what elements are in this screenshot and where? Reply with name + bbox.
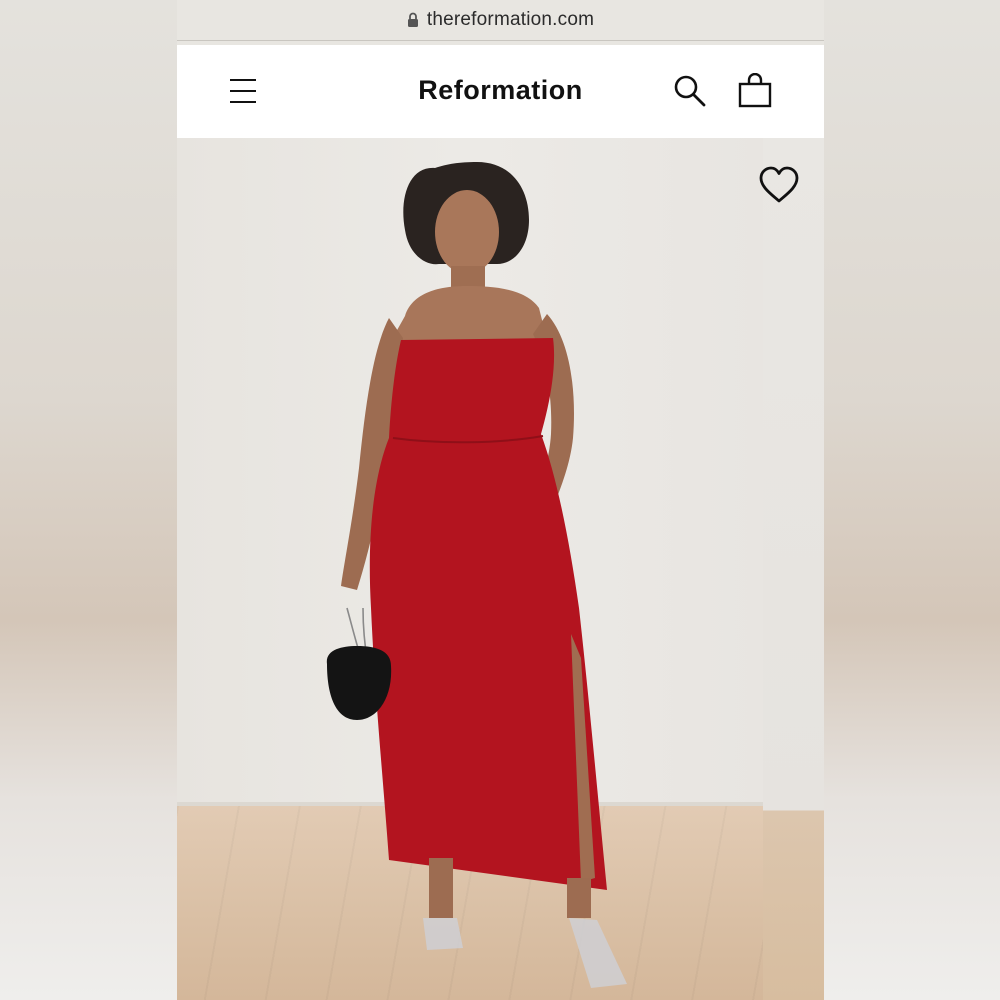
search-button[interactable] — [672, 73, 708, 109]
site-header: Reformation — [177, 45, 824, 138]
model-illustration — [326, 162, 627, 988]
shopping-bag-button[interactable] — [737, 73, 773, 109]
background-blur-left — [0, 0, 177, 1000]
heart-icon — [757, 166, 801, 206]
browser-address-bar[interactable]: thereformation.com — [177, 0, 824, 41]
address-url: thereformation.com — [426, 9, 595, 30]
hamburger-menu-icon — [229, 77, 257, 105]
shopping-bag-icon — [737, 73, 773, 109]
product-image[interactable] — [177, 138, 763, 1000]
brand-logo[interactable]: Reformation — [177, 75, 824, 106]
lock-icon — [407, 12, 419, 28]
search-icon — [672, 73, 708, 109]
background-blur-right — [824, 0, 1000, 1000]
menu-button[interactable] — [229, 77, 257, 105]
wishlist-button[interactable] — [757, 166, 801, 206]
next-product-image-peek[interactable] — [763, 138, 824, 1000]
